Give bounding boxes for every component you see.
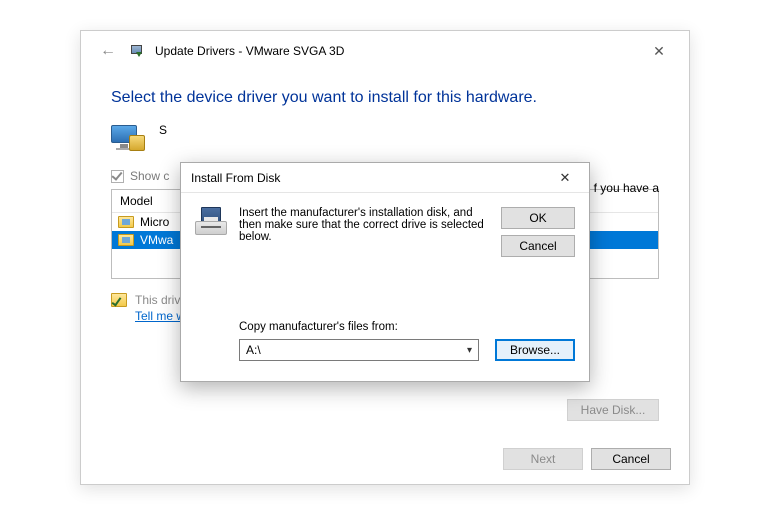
- cancel-button[interactable]: Cancel: [591, 448, 671, 470]
- dialog-titlebar: Install From Disk ✕: [181, 163, 589, 193]
- dialog-cancel-button[interactable]: Cancel: [501, 235, 575, 257]
- path-value: A:\: [246, 343, 261, 357]
- page-heading: Select the device driver you want to ins…: [111, 89, 659, 107]
- browse-button[interactable]: Browse...: [495, 339, 575, 361]
- model-label: Micro: [140, 215, 169, 229]
- dialog-title-text: Install From Disk: [191, 171, 280, 185]
- driver-icon: [118, 234, 134, 246]
- window-title: Update Drivers - VMware SVGA 3D: [155, 44, 344, 58]
- show-compatible-label: Show c: [130, 169, 169, 183]
- instruction-text-left: S: [159, 123, 167, 137]
- wizard-footer: Next Cancel: [503, 448, 671, 470]
- checkbox-icon: [111, 170, 124, 183]
- install-from-disk-dialog: Install From Disk ✕ Insert the manufactu…: [180, 162, 590, 382]
- back-arrow-icon[interactable]: ←: [97, 40, 119, 62]
- floppy-drive-icon: [195, 207, 227, 239]
- certificate-icon: [111, 293, 127, 307]
- dialog-body: Insert the manufacturer's installation d…: [181, 193, 589, 381]
- dialog-close-icon[interactable]: ✕: [547, 167, 583, 189]
- dialog-message: Insert the manufacturer's installation d…: [239, 207, 489, 243]
- path-combobox[interactable]: A:\ ▾: [239, 339, 479, 361]
- chevron-down-icon: ▾: [467, 345, 472, 356]
- titlebar: ← Update Drivers - VMware SVGA 3D ✕: [81, 31, 689, 71]
- instruction-row: S f you have a: [111, 123, 659, 153]
- driver-icon: [118, 216, 134, 228]
- driver-title-icon: [129, 43, 145, 59]
- have-disk-button[interactable]: Have Disk...: [567, 399, 659, 421]
- ok-button[interactable]: OK: [501, 207, 575, 229]
- instruction-text-right: f you have a: [594, 181, 659, 195]
- model-label: VMwa: [140, 233, 173, 247]
- device-icon: [111, 123, 147, 153]
- close-icon[interactable]: ✕: [639, 37, 679, 65]
- copy-from-label: Copy manufacturer's files from:: [239, 321, 398, 333]
- next-button[interactable]: Next: [503, 448, 583, 470]
